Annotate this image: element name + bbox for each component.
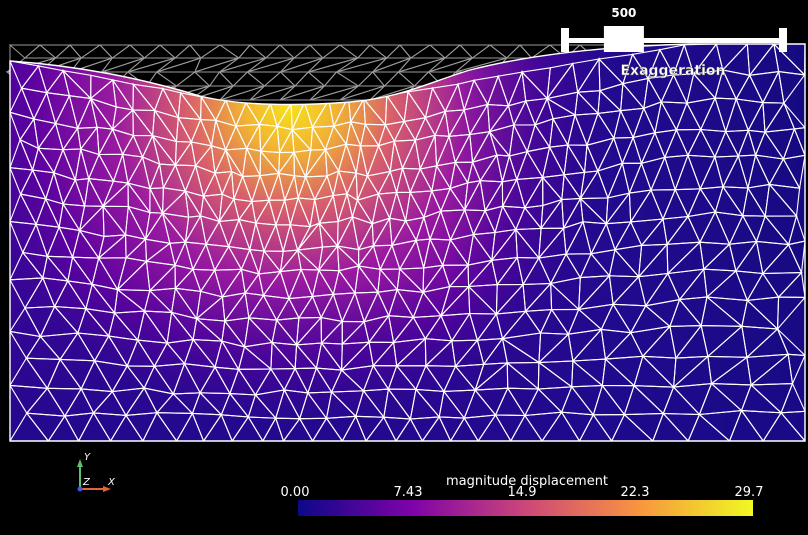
mesh-triangle: [409, 44, 447, 59]
y-axis-arrow: [77, 459, 83, 467]
color-legend: magnitude displacement 0.00 7.43 14.9 22…: [281, 474, 764, 516]
mesh-triangle: [488, 44, 522, 59]
z-axis-dot: [77, 486, 83, 492]
mesh-triangle: [8, 44, 42, 59]
deformed-surface: [10, 44, 805, 441]
mesh-triangle: [155, 71, 197, 87]
orientation-axes: Y Z X: [77, 452, 116, 492]
mesh-triangle: [143, 44, 177, 59]
mesh-triangle: [385, 44, 412, 59]
slider-value-label: 500: [611, 6, 636, 20]
mesh-triangle: [101, 57, 145, 73]
mesh-triangle: [334, 71, 374, 87]
mesh-triangle: [264, 44, 296, 59]
mesh-triangle: [321, 44, 360, 59]
mesh-triangle: [293, 71, 326, 87]
mesh-triangle: [292, 44, 324, 59]
mesh-triangle: [128, 44, 162, 59]
mesh-triangle: [428, 57, 473, 73]
colorbar-tick-2: 14.9: [508, 485, 537, 500]
mesh-triangle: [175, 71, 211, 87]
mesh-triangle: [110, 44, 146, 59]
x-axis-label: X: [107, 477, 116, 488]
colorbar-tick-1: 7.43: [394, 485, 423, 500]
slider-handle[interactable]: [603, 26, 644, 52]
mesh-triangle: [218, 71, 249, 87]
y-axis-label: Y: [84, 452, 91, 463]
mesh-triangle: [245, 71, 282, 87]
colorbar-tick-4: 29.7: [735, 485, 764, 500]
mesh-triangle: [338, 44, 372, 59]
mesh-triangle: [368, 44, 402, 59]
mesh-triangle: [398, 44, 432, 59]
slider-left-cap: [561, 28, 569, 52]
mesh-triangle: [443, 44, 474, 59]
mesh-triangle: [218, 44, 252, 59]
mesh-triangle: [127, 57, 176, 73]
mesh-triangle: [193, 71, 221, 87]
mesh-triangle: [54, 44, 83, 59]
mesh-triangle: [231, 71, 266, 87]
render-viewport[interactable]: 500 Exaggeration Y Z X magnitude displac…: [0, 0, 808, 535]
mesh-triangle: [199, 44, 241, 59]
colorbar-tick-3: 22.3: [621, 485, 650, 500]
mesh-triangle: [194, 57, 240, 73]
mesh-triangle: [397, 71, 430, 87]
mesh-triangle: [38, 44, 72, 59]
slider-name-label: Exaggeration: [620, 63, 725, 79]
mesh-triangle: [219, 57, 267, 73]
mesh-triangle: [158, 44, 192, 59]
mesh-triangle: [428, 44, 462, 59]
mesh-triangle: [470, 44, 509, 59]
mesh-triangle: [306, 71, 338, 87]
mesh-triangle: [23, 44, 57, 59]
slider-right-cap: [779, 28, 787, 52]
colorbar-tick-0: 0.00: [281, 485, 310, 500]
colorbar-gradient: [298, 500, 753, 516]
slider-track[interactable]: [563, 38, 785, 43]
z-axis-label: Z: [82, 477, 91, 488]
mesh-triangle: [248, 44, 282, 59]
mesh-triangle: [505, 44, 533, 59]
mesh-triangle: [68, 44, 102, 59]
mesh-triangle: [279, 71, 310, 87]
mesh-triangle: [156, 57, 202, 73]
mesh-triangle: [323, 71, 361, 87]
mesh-triangle: [188, 44, 222, 59]
mesh-triangle: [79, 44, 114, 59]
mesh-triangle: [173, 44, 202, 59]
mesh-triangle: [278, 44, 312, 59]
mesh-triangle: [357, 71, 386, 87]
mesh-triangle: [371, 71, 400, 87]
mesh-triangle: [263, 71, 297, 87]
mesh-triangle: [383, 71, 416, 87]
